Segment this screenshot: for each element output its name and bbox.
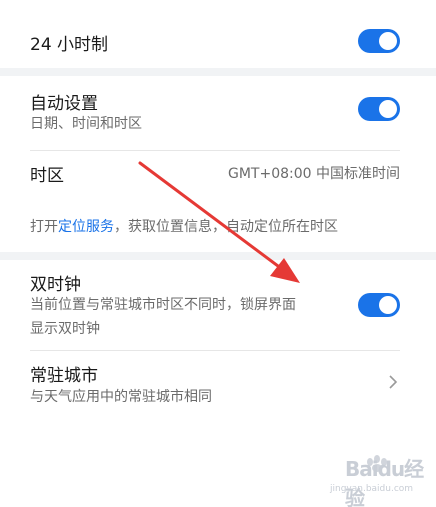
row-dual-clock[interactable]: 双时钟 当前位置与常驻城市时区不同时，锁屏界面 显示双时钟	[0, 260, 436, 350]
row-dual-clock-sub-2: 显示双时钟	[30, 321, 100, 337]
toggle-24-hour[interactable]	[358, 29, 400, 53]
row-dual-clock-sub-1: 当前位置与常驻城市时区不同时，锁屏界面	[30, 297, 296, 313]
row-home-city-label: 常驻城市	[30, 366, 98, 386]
row-home-city-sub: 与天气应用中的常驻城市相同	[30, 389, 212, 405]
row-auto-set-label: 自动设置	[30, 94, 98, 114]
row-24-hour-label: 24 小时制	[30, 35, 109, 55]
watermark-text: Baidu经验	[345, 457, 424, 507]
row-auto-set-sub: 日期、时间和时区	[30, 116, 142, 132]
chevron-right-icon	[389, 375, 398, 389]
toggle-knob	[379, 296, 397, 314]
section-gap	[0, 68, 436, 76]
toggle-auto-set[interactable]	[358, 97, 400, 121]
row-24-hour[interactable]: 24 小时制	[0, 0, 436, 68]
toggle-knob	[379, 32, 397, 50]
row-home-city[interactable]: 常驻城市 与天气应用中的常驻城市相同	[0, 351, 436, 421]
row-auto-set[interactable]: 自动设置 日期、时间和时区	[0, 76, 436, 150]
toggle-knob	[379, 100, 397, 118]
row-timezone-value: GMT+08:00 中国标准时间	[227, 166, 400, 182]
location-service-link[interactable]: 定位服务	[58, 219, 114, 235]
watermark-url: jingyan.baidu.com	[330, 484, 414, 494]
location-service-note: 打开定位服务，获取位置信息，自动定位所在时区	[30, 216, 338, 236]
row-dual-clock-label: 双时钟	[30, 275, 81, 295]
row-timezone[interactable]: 时区 GMT+08:00 中国标准时间	[0, 151, 436, 199]
note-suffix: ，获取位置信息，自动定位所在时区	[114, 219, 338, 235]
row-timezone-label: 时区	[30, 166, 64, 186]
note-prefix: 打开	[30, 219, 58, 235]
toggle-dual-clock[interactable]	[358, 293, 400, 317]
section-gap	[0, 252, 436, 260]
